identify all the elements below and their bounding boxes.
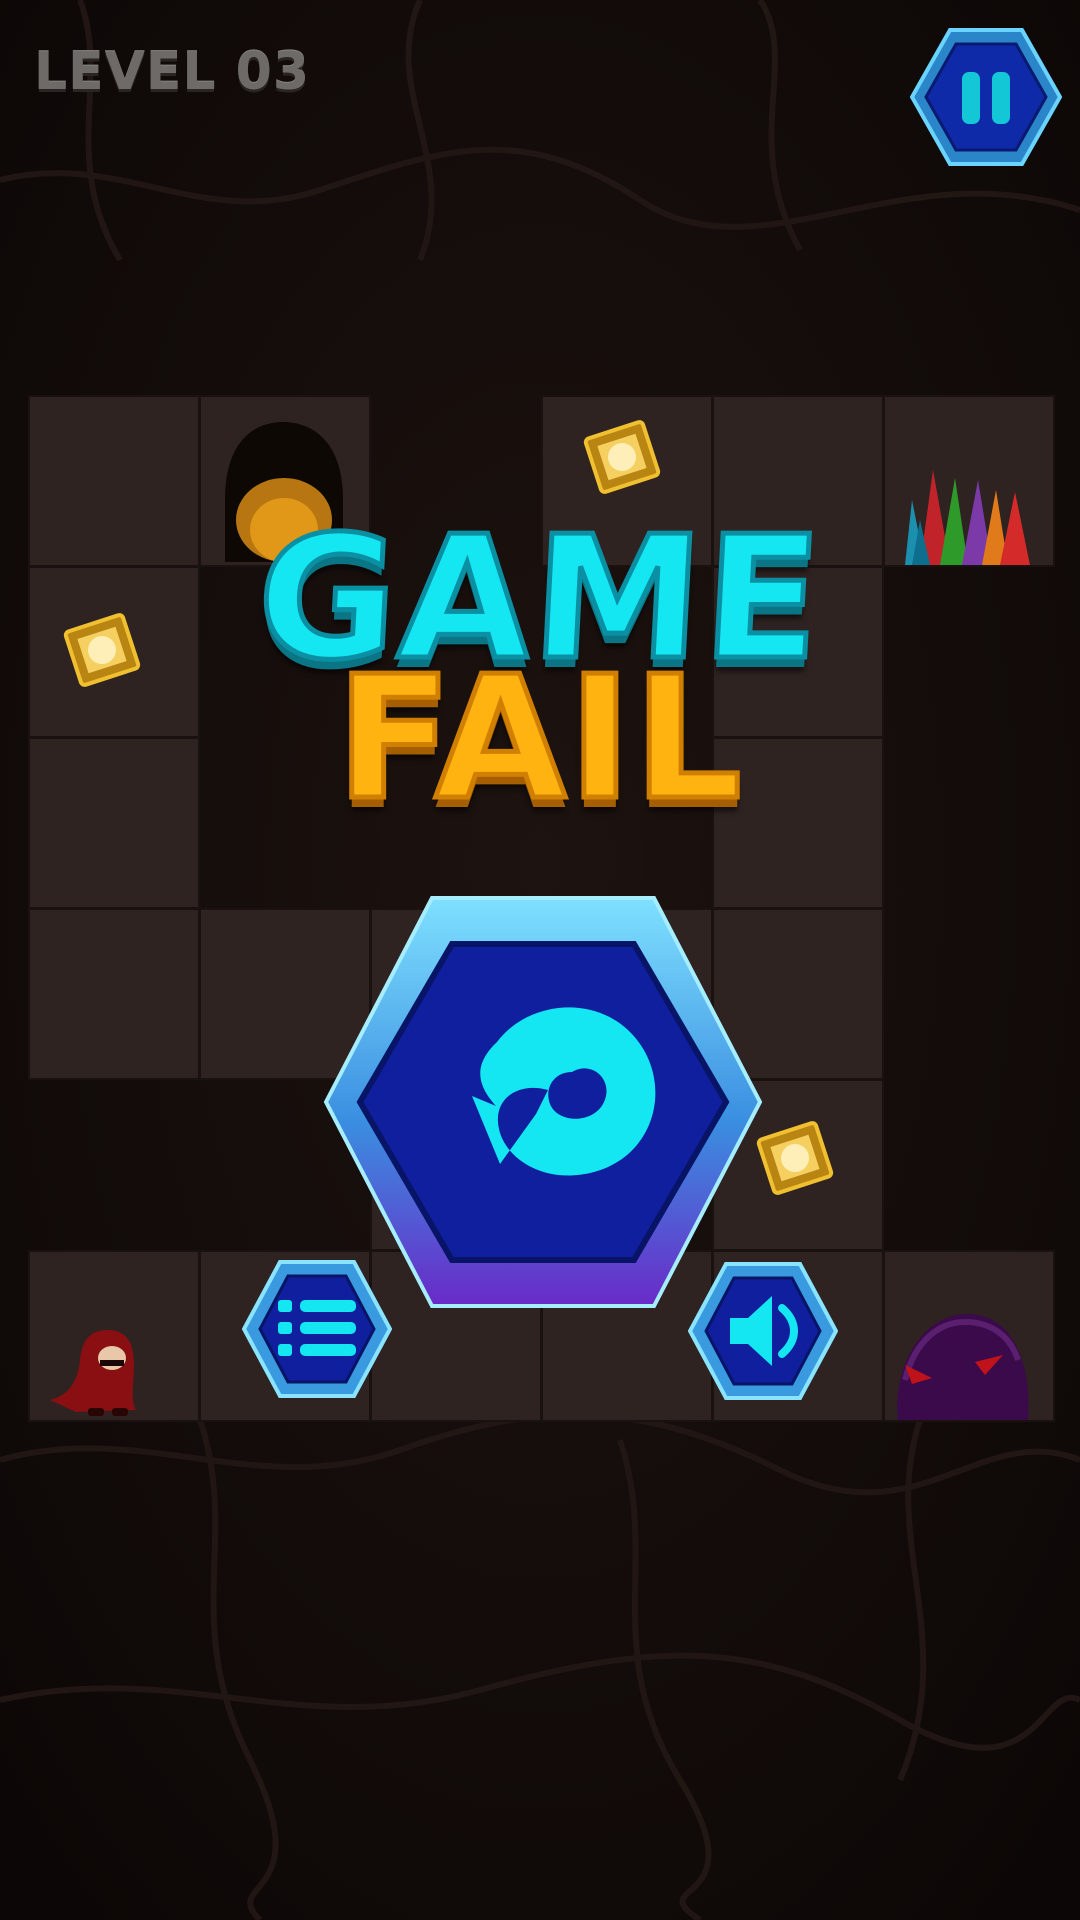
menu-button[interactable] — [242, 1258, 392, 1400]
retry-button[interactable] — [322, 892, 764, 1312]
floor-tile — [28, 908, 200, 1080]
level-label: LEVEL 03 — [34, 42, 311, 102]
menu-list-icon — [278, 1300, 356, 1356]
game-title-line2: FAIL — [334, 638, 745, 841]
sound-button[interactable] — [688, 1260, 838, 1402]
pause-button[interactable] — [910, 26, 1062, 168]
